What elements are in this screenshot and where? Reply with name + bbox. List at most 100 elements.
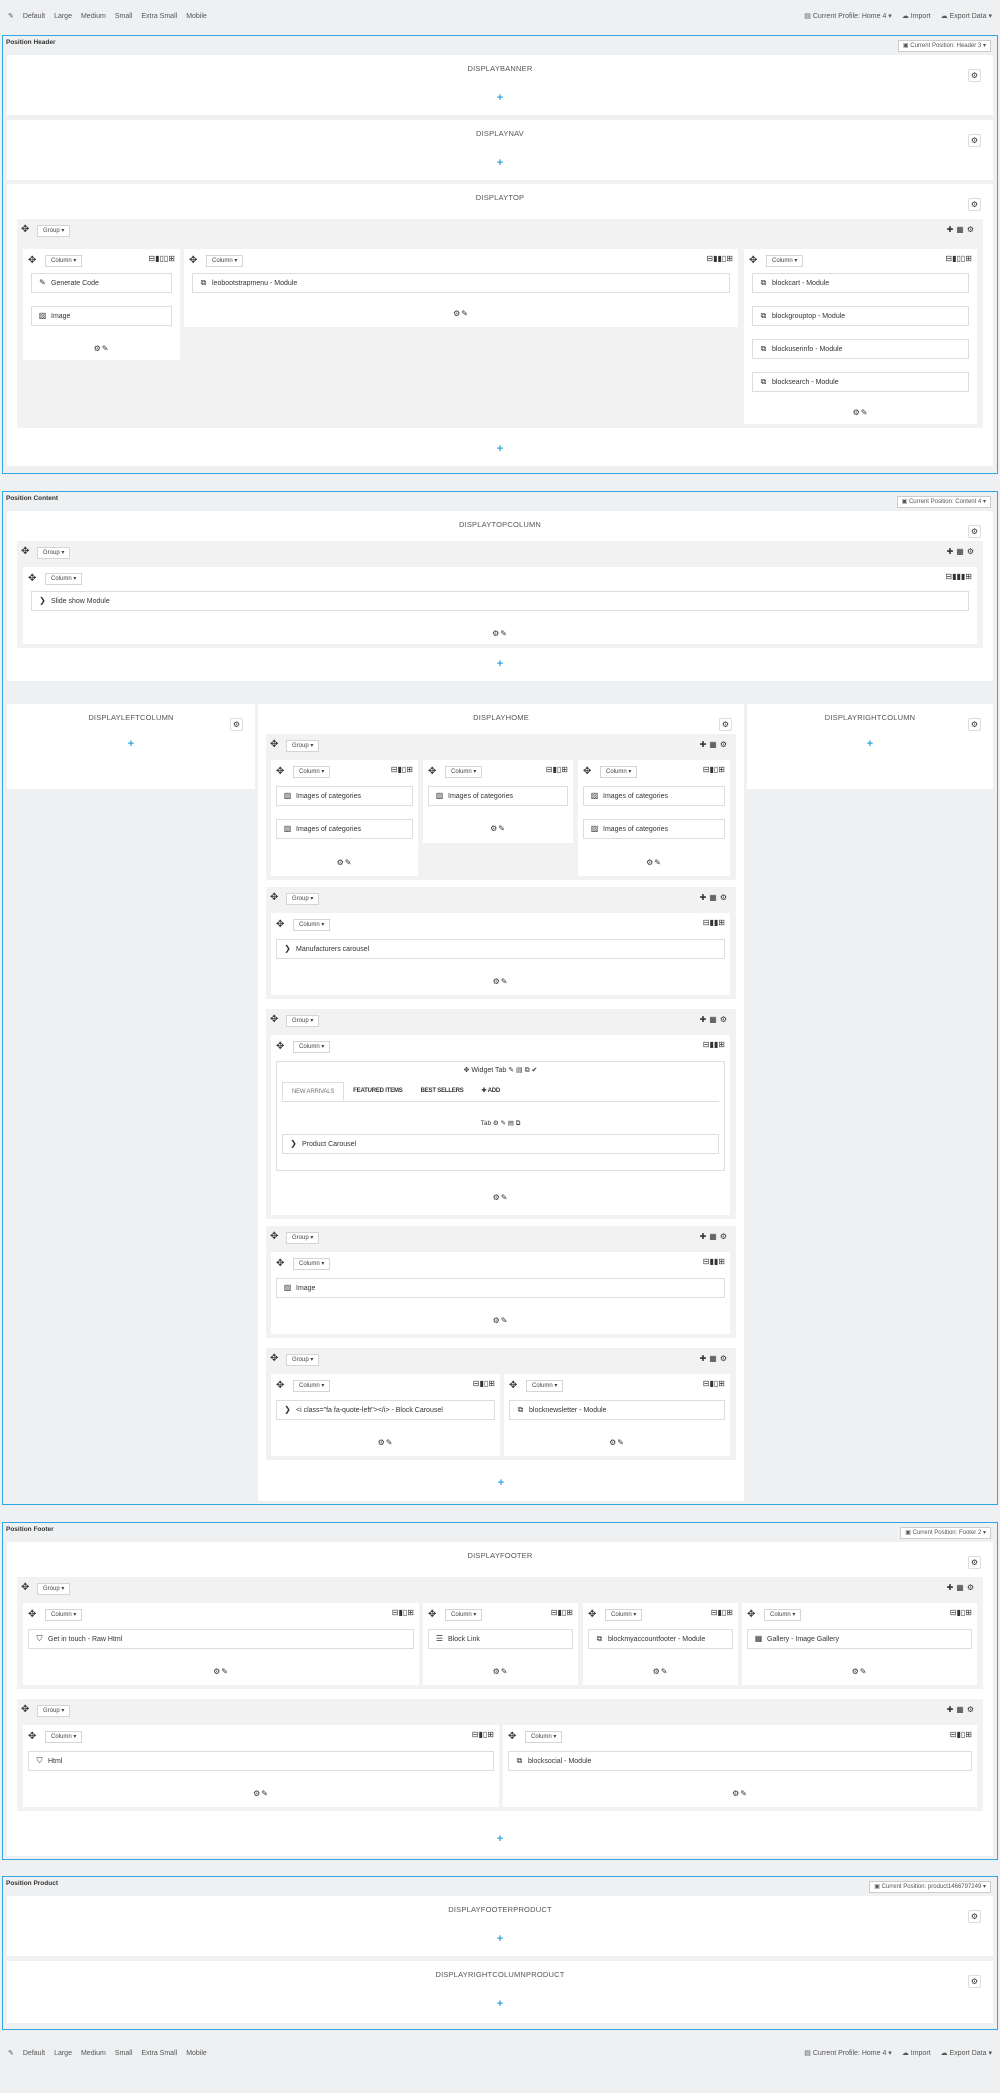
column-dropdown[interactable]: Column ▾	[605, 1609, 643, 1621]
group-tools[interactable]: ✚▦⚙	[947, 225, 977, 234]
module-blockmyaccountfooter[interactable]: ⧉ blockmyaccountfooter - Module	[588, 1629, 733, 1649]
device-default[interactable]: Default	[23, 13, 45, 20]
column-footer-tools[interactable]: ⚙✎	[23, 344, 180, 353]
module-block-carousel[interactable]: ❯ <i class="fa fa-quote-left"></i> - Bloc…	[276, 1400, 495, 1420]
module-gallery[interactable]: ▦ Gallery - Image Gallery	[747, 1629, 972, 1649]
gear-icon[interactable]: ⚙	[230, 718, 243, 731]
gear-icon[interactable]: ⚙	[968, 718, 981, 731]
module-blockcart[interactable]: ⧉ blockcart - Module	[752, 273, 969, 293]
add-group-button[interactable]: +	[7, 158, 993, 169]
device-extra-small[interactable]: Extra Small	[141, 2050, 177, 2057]
column-width-tools[interactable]: ⊟▮▯▯⊞	[945, 254, 972, 263]
group-dropdown[interactable]: Group ▾	[286, 740, 320, 752]
column-width-tools[interactable]: ⊟▮▯⊞	[950, 1608, 972, 1617]
device-mobile[interactable]: Mobile	[186, 13, 207, 20]
add-group-button[interactable]: +	[7, 1999, 993, 2010]
module-manufacturers-carousel[interactable]: ❯ Manufacturers carousel	[276, 939, 725, 959]
move-icon[interactable]: ✥	[21, 547, 29, 557]
column-dropdown[interactable]: Column ▾	[445, 766, 483, 778]
device-default[interactable]: Default	[23, 2050, 45, 2057]
move-icon[interactable]: ✥	[28, 1732, 36, 1742]
move-icon[interactable]: ✥	[189, 256, 197, 266]
add-group-button[interactable]: +	[258, 1478, 744, 1489]
module-image[interactable]: ▨ Image	[276, 1278, 725, 1298]
module-block-link[interactable]: ☰ Block Link	[428, 1629, 573, 1649]
column-width-tools[interactable]: ⊟▮▯⊞	[392, 1608, 414, 1617]
module-images-of-categories[interactable]: ▨ Images of categories	[583, 786, 725, 806]
column-width-tools[interactable]: ⊟▮▮⊞	[703, 1040, 725, 1049]
column-dropdown[interactable]: Column ▾	[600, 766, 638, 778]
column-width-tools[interactable]: ⊟▮▯⊞	[711, 1608, 733, 1617]
module-blockgrouptop[interactable]: ⧉ blockgrouptop - Module	[752, 306, 969, 326]
column-dropdown[interactable]: Column ▾	[766, 255, 804, 267]
move-icon[interactable]: ✥	[270, 893, 278, 903]
column-width-tools[interactable]: ⊟▮▯⊞	[546, 765, 568, 774]
column-footer-tools[interactable]: ⚙✎	[23, 1667, 419, 1676]
column-dropdown[interactable]: Column ▾	[45, 1731, 83, 1743]
profile-dropdown[interactable]: ▤ Current Profile: Home 4 ▾	[804, 2049, 892, 2057]
import-button[interactable]: ☁ Import	[902, 2049, 931, 2057]
position-selector[interactable]: ▣ Current Position: Footer 2 ▾	[900, 1527, 991, 1539]
export-button[interactable]: ☁ Export Data ▾	[941, 12, 992, 20]
move-icon[interactable]: ✥	[28, 256, 36, 266]
move-icon[interactable]: ✥	[276, 1042, 284, 1052]
position-selector[interactable]: ▣ Current Position: Header 3 ▾	[897, 40, 991, 52]
column-dropdown[interactable]: Column ▾	[293, 1380, 331, 1392]
column-footer-tools[interactable]: ⚙✎	[271, 1316, 730, 1325]
column-dropdown[interactable]: Column ▾	[293, 1041, 331, 1053]
gear-icon[interactable]: ⚙	[719, 718, 732, 731]
group-tools[interactable]: ✚▦⚙	[700, 740, 730, 749]
column-footer-tools[interactable]: ⚙✎	[742, 1667, 977, 1676]
tab-featured-items[interactable]: FEATURED ITEMS	[344, 1082, 411, 1101]
column-width-tools[interactable]: ⊟▮▯⊞	[472, 1730, 494, 1739]
tab-add[interactable]: ✚ ADD	[473, 1082, 509, 1101]
group-dropdown[interactable]: Group ▾	[286, 1232, 320, 1244]
column-width-tools[interactable]: ⊟▮▯⊞	[950, 1730, 972, 1739]
add-group-button[interactable]: +	[7, 444, 993, 455]
column-footer-tools[interactable]: ⚙✎	[23, 1789, 499, 1798]
column-footer-tools[interactable]: ⚙✎	[578, 858, 730, 867]
move-icon[interactable]: ✥	[588, 1610, 596, 1620]
module-image[interactable]: ▨ Image	[31, 306, 172, 326]
module-blocknewsletter[interactable]: ⧉ blocknewsletter - Module	[509, 1400, 725, 1420]
move-icon[interactable]: ✥	[508, 1732, 516, 1742]
move-icon[interactable]: ✥	[428, 767, 436, 777]
column-footer-tools[interactable]: ⚙✎	[744, 408, 977, 417]
module-slideshow[interactable]: ❯ Slide show Module	[31, 591, 969, 611]
module-blocksearch[interactable]: ⧉ blocksearch - Module	[752, 372, 969, 392]
export-button[interactable]: ☁ Export Data ▾	[941, 2049, 992, 2057]
column-dropdown[interactable]: Column ▾	[206, 255, 244, 267]
move-icon[interactable]: ✥	[276, 920, 284, 930]
gear-icon[interactable]: ⚙	[968, 69, 981, 82]
column-footer-tools[interactable]: ⚙✎	[504, 1438, 730, 1447]
column-dropdown[interactable]: Column ▾	[293, 919, 331, 931]
group-tools[interactable]: ✚▦⚙	[700, 1354, 730, 1363]
move-icon[interactable]: ✥	[21, 1705, 29, 1715]
brush-icon[interactable]: ✎	[8, 12, 14, 20]
position-selector[interactable]: ▣ Current Position: product1466797249 ▾	[869, 1881, 991, 1893]
group-dropdown[interactable]: Group ▾	[286, 1354, 320, 1366]
move-icon[interactable]: ✥	[509, 1381, 517, 1391]
move-icon[interactable]: ✥	[21, 225, 29, 235]
move-icon[interactable]: ✥	[270, 1354, 278, 1364]
move-icon[interactable]: ✥	[270, 1232, 278, 1242]
group-tools[interactable]: ✚▦⚙	[700, 1232, 730, 1241]
group-tools[interactable]: ✚▦⚙	[947, 1705, 977, 1714]
move-icon[interactable]: ✥	[28, 574, 36, 584]
group-dropdown[interactable]: Group ▾	[37, 1705, 71, 1717]
profile-dropdown[interactable]: ▤ Current Profile: Home 4 ▾	[804, 12, 892, 20]
column-dropdown[interactable]: Column ▾	[45, 255, 83, 267]
move-icon[interactable]: ✥	[276, 1381, 284, 1391]
move-icon[interactable]: ✥	[28, 1610, 36, 1620]
module-blockuserinfo[interactable]: ⧉ blockuserinfo - Module	[752, 339, 969, 359]
column-footer-tools[interactable]: ⚙✎	[423, 824, 573, 833]
move-icon[interactable]: ✥	[270, 740, 278, 750]
add-group-button[interactable]: +	[7, 1934, 993, 1945]
tab-tools[interactable]: ⚙ ✎ ▤ ⧉	[491, 1120, 520, 1127]
move-icon[interactable]: ✥	[747, 1610, 755, 1620]
column-dropdown[interactable]: Column ▾	[293, 766, 331, 778]
group-dropdown[interactable]: Group ▾	[37, 547, 71, 559]
column-footer-tools[interactable]: ⚙✎	[583, 1667, 738, 1676]
column-dropdown[interactable]: Column ▾	[764, 1609, 802, 1621]
module-images-of-categories[interactable]: ▨ Images of categories	[276, 819, 413, 839]
